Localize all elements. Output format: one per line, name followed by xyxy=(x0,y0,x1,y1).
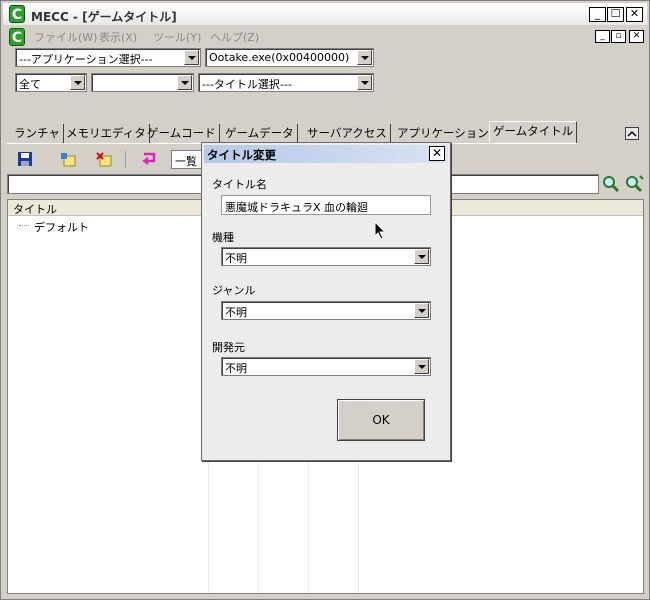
rename-title-dialog: タイトル変更 ✕ タイトル名 悪魔城ドラキュラX 血の輪廻 機種 不明 ジャンル… xyxy=(201,142,451,461)
main-window: C MECC - [ゲームタイトル] _ ☐ ✕ C ファイル(W) 表示(X)… xyxy=(0,0,650,600)
list-item[interactable]: デフォルト xyxy=(34,219,89,235)
collapse-icon[interactable] xyxy=(625,127,639,140)
chevron-down-icon[interactable] xyxy=(357,50,372,65)
tab-launcher[interactable]: ランチャ xyxy=(11,124,64,143)
app-logo-icon: C xyxy=(9,5,25,23)
maximize-icon[interactable]: ☐ xyxy=(607,7,624,22)
chevron-down-icon[interactable] xyxy=(184,50,199,65)
platform-label: 機種 xyxy=(212,231,234,244)
platform-select[interactable]: 不明 xyxy=(221,247,431,266)
mouse-cursor-icon xyxy=(374,220,388,241)
undo-icon[interactable] xyxy=(141,151,159,167)
title-bar: C MECC - [ゲームタイトル] _ ☐ ✕ xyxy=(3,3,647,25)
menu-help[interactable]: ヘルプ(Z) xyxy=(210,29,259,45)
category-filter-value: 全て xyxy=(19,78,41,91)
dialog-title: タイトル変更 xyxy=(207,148,276,162)
title-select-value: ---タイトル選択--- xyxy=(202,78,292,91)
developer-label: 開発元 xyxy=(212,341,245,354)
tab-memory-editor[interactable]: メモリエディタ xyxy=(63,124,150,143)
chevron-down-icon[interactable] xyxy=(414,303,429,318)
mdi-child-icon[interactable]: C xyxy=(9,28,25,46)
tab-game-title[interactable]: ゲームタイトル xyxy=(489,121,578,143)
genre-label: ジャンル xyxy=(212,284,256,297)
mdi-close-icon[interactable]: ✕ xyxy=(629,30,644,43)
chevron-down-icon[interactable] xyxy=(70,75,85,90)
category-filter-select[interactable]: 全て xyxy=(15,73,87,92)
secondary-filter-select[interactable] xyxy=(91,73,194,92)
add-item-icon[interactable] xyxy=(59,151,77,167)
window-title: MECC - [ゲームタイトル] xyxy=(31,10,177,24)
developer-select-value: 不明 xyxy=(225,362,247,375)
chevron-down-icon[interactable] xyxy=(357,75,372,90)
list-header-title: タイトル xyxy=(13,203,57,216)
close-icon[interactable]: ✕ xyxy=(429,146,445,161)
tab-game-data[interactable]: ゲームデータ xyxy=(222,124,298,143)
search-next-icon[interactable] xyxy=(624,175,644,193)
ok-button[interactable]: OK xyxy=(337,399,425,441)
tab-application[interactable]: アプリケーション xyxy=(394,124,493,143)
close-icon[interactable]: ✕ xyxy=(626,7,643,22)
process-select-value: Ootake.exe(0x00400000) xyxy=(209,51,350,64)
platform-select-value: 不明 xyxy=(225,252,247,265)
tab-game-code[interactable]: ゲームコード xyxy=(144,124,220,143)
dialog-title-bar: タイトル変更 ✕ xyxy=(204,145,448,163)
save-icon[interactable] xyxy=(17,151,35,167)
minimize-icon[interactable]: _ xyxy=(589,7,606,22)
menu-file[interactable]: ファイル(W) xyxy=(34,29,97,45)
chevron-down-icon[interactable] xyxy=(177,75,192,90)
genre-select[interactable]: 不明 xyxy=(221,301,431,320)
title-name-label: タイトル名 xyxy=(212,178,267,191)
mdi-restore-icon[interactable]: ▫ xyxy=(611,30,626,43)
chevron-down-icon[interactable] xyxy=(414,249,429,264)
developer-select[interactable]: 不明 xyxy=(221,357,431,376)
application-select-value: ---アプリケーション選択--- xyxy=(19,53,153,66)
tree-connector xyxy=(19,225,29,226)
title-select[interactable]: ---タイトル選択--- xyxy=(198,73,374,92)
tab-server-access[interactable]: サーバアクセス xyxy=(304,124,391,143)
chevron-down-icon[interactable] xyxy=(414,359,429,374)
title-name-field[interactable]: 悪魔城ドラキュラX 血の輪廻 xyxy=(221,195,431,215)
application-select[interactable]: ---アプリケーション選択--- xyxy=(15,48,201,67)
genre-select-value: 不明 xyxy=(225,306,247,319)
delete-item-icon[interactable] xyxy=(95,151,113,167)
mdi-minimize-icon[interactable]: _ xyxy=(595,30,610,43)
toolbar-separator xyxy=(125,151,126,168)
menu-view[interactable]: 表示(X) xyxy=(99,29,137,45)
process-select[interactable]: Ootake.exe(0x00400000) xyxy=(205,48,374,67)
search-icon[interactable] xyxy=(601,175,621,193)
list-view-value: 一覧 xyxy=(175,155,197,168)
menu-tools[interactable]: ツール(Y) xyxy=(153,29,201,45)
list-view-select[interactable]: 一覧 xyxy=(171,150,203,169)
